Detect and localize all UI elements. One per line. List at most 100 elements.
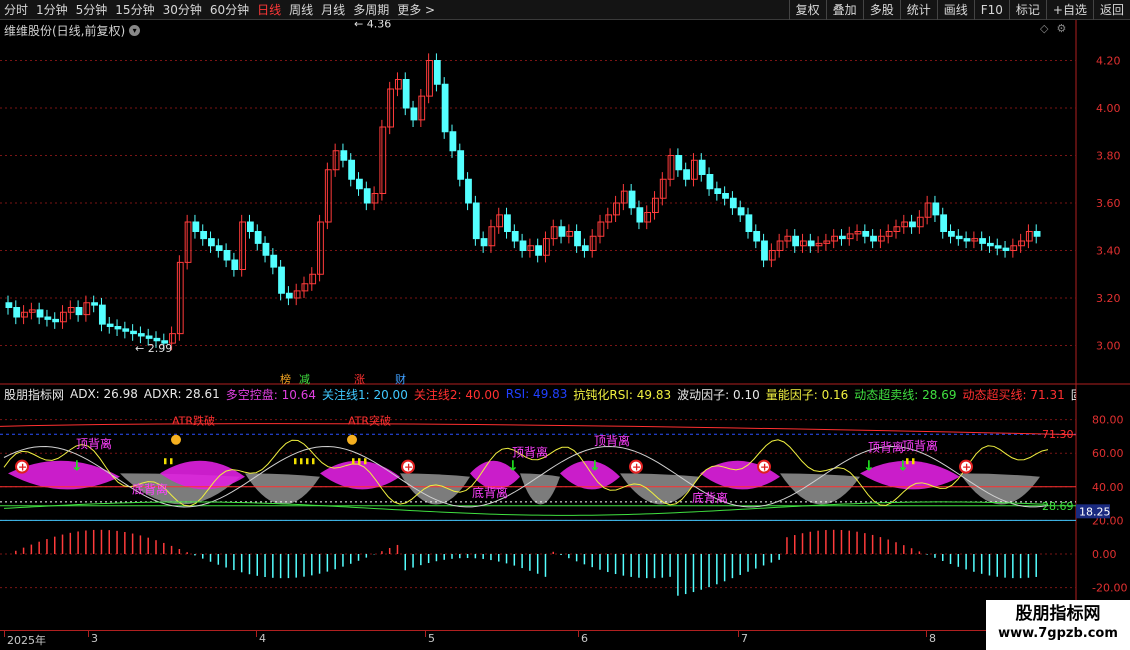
price-tick: 3.00 [1096,340,1121,353]
toolbar-button-8[interactable]: 返回 [1092,0,1130,20]
candle-body [324,169,332,223]
candle-body [659,178,667,199]
down-arrow-icon: ↓ [863,459,875,475]
candle-body [527,245,535,251]
candle-body [948,231,955,237]
candle-body [433,60,441,85]
candle-body [1025,231,1033,242]
toolbar-button-2[interactable]: 多股 [862,0,900,20]
plus-glyph: + [962,461,971,474]
oversold-value: 28.69 [1042,500,1074,513]
candle-body [239,221,246,270]
candle-body [465,178,472,204]
toolbar-button-5[interactable]: F10 [973,0,1009,20]
candle-body [986,242,994,247]
tab-period-4[interactable]: 30分钟 [159,0,206,20]
low-price-marker: ← 2.99 [135,342,172,355]
toolbar-button-0[interactable]: 复权 [788,0,826,20]
tab-period-7[interactable]: 周线 [285,0,317,20]
x-tick-label: 6 [578,631,588,645]
tab-period-3[interactable]: 15分钟 [111,0,158,20]
candle-body [192,221,200,232]
tab-period-5[interactable]: 60分钟 [206,0,253,20]
candle-body [44,316,52,320]
candle-body [784,235,792,242]
candle-body [13,307,21,318]
candle-body [301,283,309,292]
tab-period-1[interactable]: 1分钟 [32,0,72,20]
period-tabs: 分时 1分钟 5分钟 15分钟 30分钟 60分钟 日线 周线 月线 多周期 更多 > [0,0,439,20]
tab-period-9[interactable]: 多周期 [349,0,393,20]
toolbar-button-4[interactable]: 画线 [936,0,974,20]
candle-body [223,250,231,261]
candle-body [75,307,83,316]
bulb-icon [171,434,181,445]
divergence-label: 顶背离 [512,445,548,460]
plus-glyph: + [18,461,27,474]
indicator-name[interactable]: 股朋指标网 [4,386,64,403]
candle-body [130,330,137,335]
toolbar-button-1[interactable]: 叠加 [825,0,863,20]
divergence-label: 顶背离 [594,433,630,448]
candle-body [184,221,192,263]
down-arrow-icon: ↓ [507,459,519,475]
volume-tick-icon [906,458,909,465]
candle-body [317,221,324,275]
candle-body [776,240,784,251]
toolbar-button-3[interactable]: 统计 [899,0,937,20]
candle-body [542,238,550,256]
candle-body [877,235,885,242]
indicator-legend: 股朋指标网 ADX: 26.98 ADXR: 28.61 多空控盘: 10.64 关注… [0,385,1076,403]
candle-body [215,245,223,251]
candle-body [823,240,831,244]
candle-body [753,231,761,242]
candle-body [761,240,768,261]
candle-body [901,221,909,228]
candle-body [846,233,854,240]
wave-fill [960,473,1040,505]
ind-tick: 80.00 [1092,414,1124,427]
candle-body [652,197,659,213]
tab-period-2[interactable]: 5分钟 [72,0,112,20]
candle-body [200,231,208,240]
candle-body [1018,240,1025,247]
candle-body [114,326,122,330]
tab-period-6[interactable]: 日线 [253,0,285,20]
volume-tick-icon [364,458,367,465]
plus-glyph: + [632,461,641,474]
candle-body [348,159,356,180]
candle-body [36,309,44,318]
atr-line [0,423,1077,436]
watermark-title: 股朋指标网 [1015,604,1101,624]
candle-body [153,337,161,342]
candle-body [885,231,893,237]
toolbar-button-6[interactable]: 标记 [1008,0,1046,20]
x-tick-label: 8 [926,631,936,645]
candle-body [254,231,262,244]
x-tick-label: 2025年 [4,631,46,647]
candle-body [472,202,480,240]
toolbar-button-7[interactable]: +自选 [1045,0,1093,20]
legend-guanzhu2: 关注线2: 40.00 [413,387,500,402]
candle-body [792,235,800,247]
candle-body [278,266,285,294]
candle-body [363,188,371,204]
chart-area[interactable]: + + + + +↓ ↓ ↓ ↓ ↓ 4.204.003.803.603.403.203.008… [0,20,1130,630]
candle-body [379,126,387,194]
dynamic-line [3,501,1049,516]
candle-body [597,221,605,237]
tab-period-10[interactable]: 更多 > [393,0,439,20]
candle-body [550,226,558,240]
candle-body [457,150,465,180]
candle-body [496,214,504,228]
x-tick-label: 3 [88,631,98,645]
candle-body [909,221,916,228]
volume-tick-icon [164,458,167,465]
candle-body [231,259,239,270]
tab-period-8[interactable]: 月线 [317,0,349,20]
candle-body [768,250,776,261]
tab-period-0[interactable]: 分时 [0,0,32,20]
candle-body [402,79,410,109]
candle-body [628,190,636,209]
candle-body [854,231,862,235]
